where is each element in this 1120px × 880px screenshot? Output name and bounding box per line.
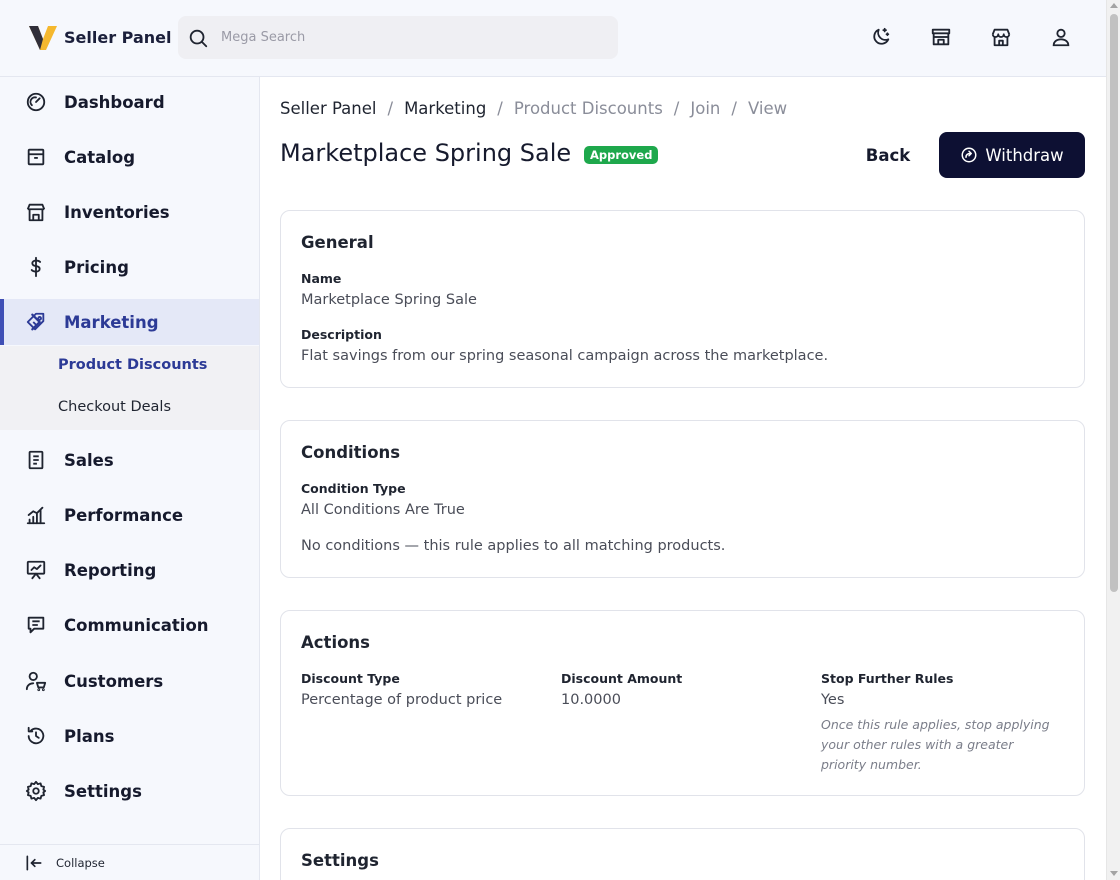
gauge-icon [25, 91, 47, 113]
search-bar[interactable] [178, 16, 618, 59]
field-value: All Conditions Are True [301, 502, 465, 518]
submenu-item-checkout-deals[interactable]: Checkout Deals [58, 399, 171, 415]
scroll-thumb[interactable] [1110, 14, 1118, 592]
customers-icon [25, 670, 47, 692]
field-value: Flat savings from our spring seasonal ca… [301, 348, 829, 364]
field-hint: Once this rule applies, stop applying yo… [821, 717, 1050, 772]
sidebar: Dashboard Catalog Inventories Pricing Ma… [0, 77, 260, 880]
sidebar-item-label: Pricing [64, 257, 129, 277]
page-title: Marketplace Spring Sale [280, 139, 572, 167]
search-icon [187, 27, 209, 49]
sidebar-item-performance[interactable]: Performance [0, 492, 259, 538]
sidebar-item-settings[interactable]: Settings [0, 768, 259, 814]
field-label: Stop Further Rules [821, 671, 954, 686]
field-label: Discount Amount [561, 671, 683, 686]
sidebar-item-pricing[interactable]: Pricing [0, 244, 259, 290]
card-title: Conditions [301, 443, 401, 462]
withdraw-button[interactable]: Withdraw [939, 132, 1085, 178]
field-value: 10.0000 [561, 692, 621, 708]
store-icon[interactable] [930, 26, 952, 48]
conditions-card: Conditions Condition Type All Conditions… [280, 420, 1085, 578]
moon-icon[interactable] [870, 26, 892, 48]
user-icon[interactable] [1050, 26, 1072, 48]
document-icon [25, 449, 47, 471]
breadcrumb-item[interactable]: Seller Panel [280, 99, 377, 118]
sidebar-item-plans[interactable]: Plans [0, 713, 259, 759]
sidebar-item-dashboard[interactable]: Dashboard [0, 79, 259, 125]
breadcrumb-separator: / [731, 99, 737, 118]
sidebar-item-catalog[interactable]: Catalog [0, 134, 259, 180]
logo[interactable]: Seller Panel [27, 21, 171, 53]
sidebar-item-sales[interactable]: Sales [0, 437, 259, 483]
collapse-button[interactable]: Collapse [0, 844, 259, 880]
sidebar-item-label: Settings [64, 781, 142, 801]
chat-icon [25, 614, 47, 636]
chevron-right-icon[interactable] [25, 311, 47, 333]
field-label: Discount Type [301, 671, 400, 686]
sidebar-item-label: Performance [64, 505, 184, 525]
top-bar: Seller Panel [0, 0, 1106, 77]
card-title: General [301, 233, 374, 252]
sidebar-item-label: Dashboard [64, 92, 165, 112]
status-badge: Approved [584, 146, 659, 164]
bar-chart-icon [25, 504, 47, 526]
sidebar-item-label: Inventories [64, 202, 170, 222]
conditions-note: No conditions — this rule applies to all… [301, 538, 726, 554]
search-input[interactable] [221, 30, 581, 45]
logo-icon [27, 21, 59, 53]
sidebar-item-label: Catalog [64, 147, 136, 167]
sidebar-item-label: Reporting [64, 560, 157, 580]
sidebar-item-communication[interactable]: Communication [0, 602, 259, 648]
sidebar-item-label: Sales [64, 450, 114, 470]
sidebar-item-label: Marketing [64, 312, 159, 332]
share-arrow-icon [960, 146, 978, 164]
sidebar-item-customers[interactable]: Customers [0, 658, 259, 704]
main-content: Seller Panel / Marketing / Product Disco… [260, 77, 1106, 880]
breadcrumb-separator: / [673, 99, 680, 118]
sidebar-item-label: Communication [64, 615, 209, 635]
back-button[interactable]: Back [854, 132, 922, 178]
warehouse-icon [25, 201, 47, 223]
breadcrumb-separator: / [497, 99, 503, 118]
page-scrollbar[interactable] [1106, 0, 1120, 880]
submenu-item-product-discounts[interactable]: Product Discounts [58, 357, 207, 373]
marketing-submenu: Product Discounts Checkout Deals [0, 346, 259, 430]
sidebar-item-label: Customers [64, 671, 164, 691]
scroll-up-arrow[interactable] [1110, 3, 1118, 8]
sidebar-item-marketing[interactable]: Marketing [0, 299, 259, 345]
field-label: Description [301, 327, 382, 342]
collapse-icon [24, 853, 44, 873]
breadcrumb-item[interactable]: Join [690, 99, 720, 118]
breadcrumb: Seller Panel / Marketing / Product Disco… [280, 99, 787, 118]
field-label: Condition Type [301, 481, 406, 496]
gear-icon [25, 780, 47, 802]
sidebar-item-inventories[interactable]: Inventories [0, 189, 259, 235]
card-title: Settings [301, 851, 379, 870]
field-label: Name [301, 271, 342, 286]
breadcrumb-item[interactable]: Product Discounts [514, 99, 663, 118]
general-card: General Name Marketplace Spring Sale Des… [280, 210, 1085, 388]
presentation-icon [25, 559, 47, 581]
breadcrumb-separator: / [387, 99, 394, 118]
history-icon [25, 725, 47, 747]
breadcrumb-item[interactable]: Marketing [404, 99, 486, 118]
field-value: Yes [821, 692, 845, 708]
collapse-label: Collapse [56, 855, 105, 870]
settings-card: Settings [280, 828, 1085, 880]
box-icon [25, 146, 47, 168]
card-title: Actions [301, 633, 370, 652]
dollar-icon [25, 256, 47, 278]
withdraw-label: Withdraw [985, 145, 1064, 165]
field-value: Percentage of product price [301, 692, 503, 708]
field-value: Marketplace Spring Sale [301, 292, 477, 308]
sidebar-item-label: Plans [64, 726, 115, 746]
actions-card: Actions Discount Type Percentage of prod… [280, 610, 1085, 796]
breadcrumb-item-current: View [747, 99, 788, 118]
scroll-down-arrow[interactable] [1110, 871, 1118, 876]
storefront-icon[interactable] [990, 26, 1012, 48]
sidebar-item-reporting[interactable]: Reporting [0, 547, 259, 593]
logo-text: Seller Panel [64, 27, 172, 47]
